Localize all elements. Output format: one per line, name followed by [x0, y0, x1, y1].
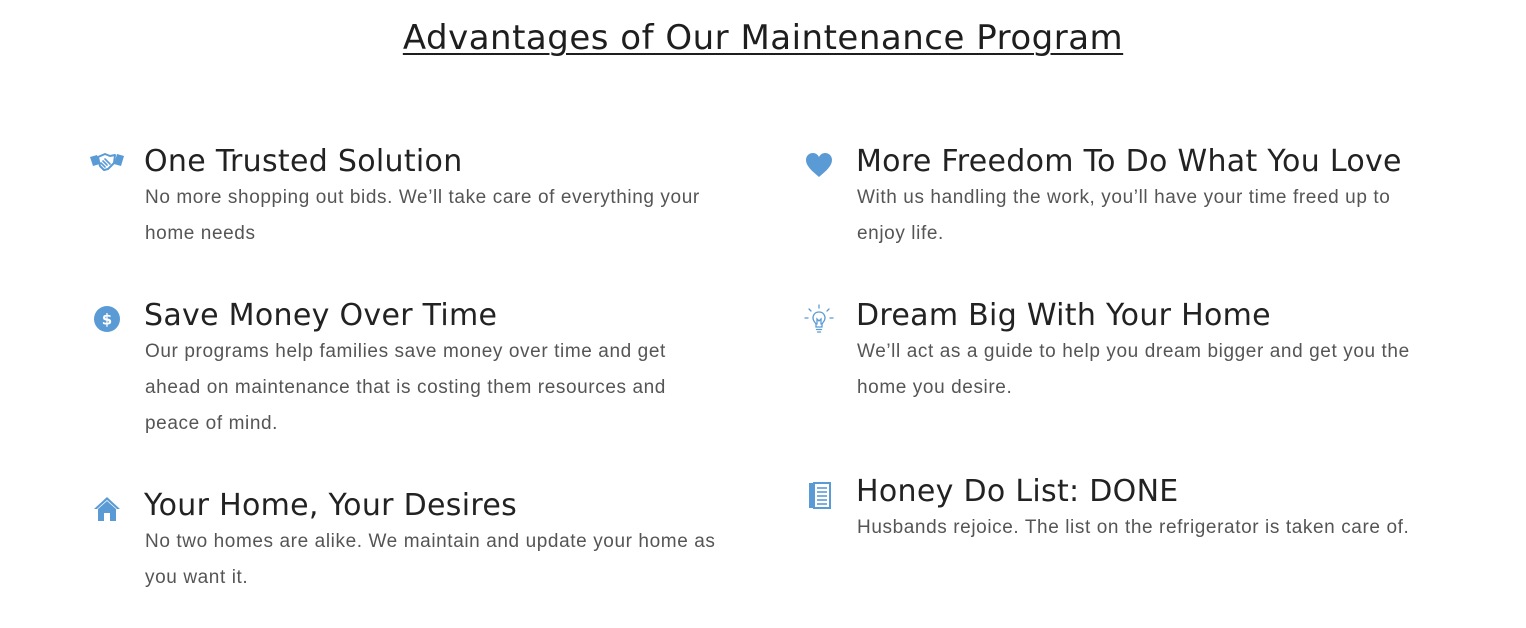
- handshake-icon: [88, 146, 126, 180]
- dollar-circle-icon: $: [88, 302, 126, 336]
- page-title: Advantages of Our Maintenance Program: [402, 18, 1124, 58]
- feature-heading: Honey Do List: DONE: [856, 474, 1179, 509]
- lightbulb-icon: [800, 302, 838, 336]
- feature-text: Our programs help families save money ov…: [145, 341, 666, 434]
- home-icon: [88, 492, 126, 526]
- notepad-icon: [800, 478, 838, 512]
- feature-heading: More Freedom To Do What You Love: [856, 144, 1402, 179]
- feature-text: With us handling the work, you’ll have y…: [857, 187, 1391, 244]
- svg-text:$: $: [102, 311, 112, 329]
- feature-heading: One Trusted Solution: [144, 144, 463, 179]
- feature-heading: Save Money Over Time: [144, 298, 498, 333]
- heart-icon: [800, 148, 838, 182]
- feature-heading: Dream Big With Your Home: [856, 298, 1271, 333]
- feature-text: No two homes are alike. We maintain and …: [145, 531, 716, 588]
- feature-heading: Your Home, Your Desires: [144, 488, 518, 523]
- feature-text: We’ll act as a guide to help you dream b…: [857, 341, 1410, 398]
- feature-text: Husbands rejoice. The list on the refrig…: [857, 517, 1410, 538]
- feature-text: No more shopping out bids. We’ll take ca…: [145, 187, 700, 244]
